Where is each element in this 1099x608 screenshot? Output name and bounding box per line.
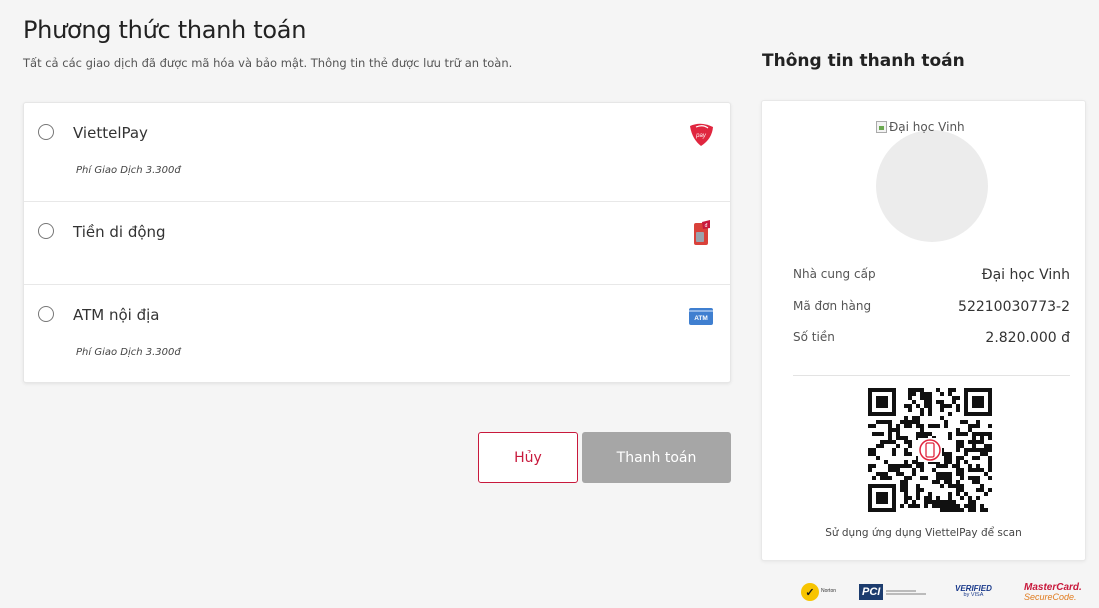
merchant-logo-alt: Đại học Vinh — [889, 120, 965, 134]
payment-summary-card: Đại học Vinh Nhà cung cấp Đại học Vinh M… — [761, 100, 1086, 561]
method-mobile-money[interactable]: Tiền di động đ — [24, 202, 730, 285]
page-subtitle: Tất cả các giao dịch đã được mã hóa và b… — [23, 56, 513, 70]
visa-badge-bottom: by VISA — [963, 592, 984, 599]
order-id-value: 52210030773-2 — [958, 299, 1070, 315]
payment-page: Phương thức thanh toán Tất cả các giao d… — [0, 0, 1099, 608]
payment-methods-list: ViettelPay Phí Giao Dịch 3.300đ pay Tiền… — [23, 102, 731, 383]
method-atm-radio[interactable] — [38, 306, 54, 322]
norton-badge: ✓ Norton — [801, 580, 836, 604]
pay-button[interactable]: Thanh toán — [582, 432, 731, 483]
scan-instruction: Sử dụng ứng dụng ViettelPay để scan — [825, 527, 1022, 539]
merchant-logo-placeholder — [876, 130, 988, 242]
atm-icon: ATM — [689, 308, 713, 325]
pci-badge: PCI — [859, 580, 934, 604]
amount-label: Số tiền — [793, 330, 835, 344]
qr-code — [868, 388, 992, 512]
mobile-money-icon: đ — [694, 220, 710, 245]
method-viettelpay-fee: Phí Giao Dịch 3.300đ — [76, 165, 181, 176]
method-atm[interactable]: ATM nội địa Phí Giao Dịch 3.300đ ATM — [24, 285, 730, 384]
mastercard-securecode-badge: MasterCard. SecureCode. — [1024, 580, 1082, 604]
provider-label: Nhà cung cấp — [793, 267, 876, 281]
pci-badge-caption — [886, 589, 934, 596]
mastercard-badge-bottom: SecureCode. — [1024, 591, 1077, 602]
method-viettelpay-radio[interactable] — [38, 124, 54, 140]
merchant-logo: Đại học Vinh — [876, 120, 965, 134]
svg-text:đ: đ — [705, 223, 708, 229]
provider-value: Đại học Vinh — [981, 267, 1070, 283]
method-viettelpay-label: ViettelPay — [73, 124, 148, 142]
verified-by-visa-badge: VERIFIED by VISA — [955, 580, 992, 604]
norton-badge-text: Norton — [821, 588, 837, 595]
method-mobile-money-radio[interactable] — [38, 223, 54, 239]
security-badges: ✓ Norton PCI VERIFIED by VISA MasterCard… — [801, 580, 1082, 604]
svg-text:pay: pay — [695, 133, 707, 139]
summary-divider — [793, 375, 1070, 376]
viettelpay-icon: pay — [690, 123, 713, 146]
broken-image-icon — [876, 121, 887, 133]
order-id-label: Mã đơn hàng — [793, 299, 872, 313]
summary-title: Thông tin thanh toán — [762, 51, 965, 71]
mastercard-badge-top: MasterCard. — [1024, 581, 1082, 593]
method-viettelpay[interactable]: ViettelPay Phí Giao Dịch 3.300đ pay — [24, 103, 730, 202]
method-mobile-money-label: Tiền di động — [73, 223, 166, 241]
norton-check-icon: ✓ — [801, 583, 819, 601]
cancel-button[interactable]: Hủy — [478, 432, 578, 483]
page-title: Phương thức thanh toán — [23, 16, 307, 44]
amount-value: 2.820.000 đ — [985, 330, 1070, 346]
pci-badge-text: PCI — [859, 584, 884, 600]
method-atm-fee: Phí Giao Dịch 3.300đ — [76, 347, 181, 358]
method-atm-label: ATM nội địa — [73, 306, 160, 324]
atm-icon-text: ATM — [694, 315, 708, 322]
